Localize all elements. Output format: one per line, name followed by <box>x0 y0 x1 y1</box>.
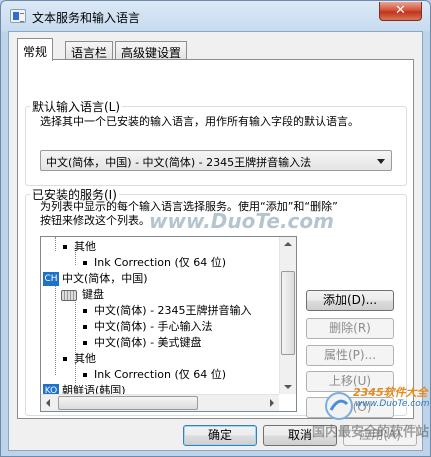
vertical-scroll-thumb[interactable] <box>281 271 295 355</box>
tree-item-label: Ink Correction (仅 64 位) <box>94 256 227 269</box>
brand-watermark: 2345软件大全 <box>353 386 428 399</box>
tab-language-bar[interactable]: 语言栏 <box>65 41 114 60</box>
tree-item-chinese-china[interactable]: CH 中文(简体，中国) <box>43 271 148 286</box>
tree-item-label: 键盘 <box>82 288 104 301</box>
keyboard-icon <box>61 289 77 301</box>
tree-item-label: Ink Correction (仅 64 位) <box>94 368 227 381</box>
slogan-watermark: 国内最安全的软件站 <box>312 425 430 440</box>
close-button[interactable]: ✕ <box>379 2 422 21</box>
scroll-down-icon[interactable] <box>284 385 292 389</box>
duote-watermark: www.DuoTe.com <box>149 209 334 233</box>
default-input-label: 默认输入语言(L) <box>30 98 123 115</box>
tree-item-label: 其他 <box>74 352 96 365</box>
bullet-icon <box>83 325 87 329</box>
tree-item-label: 中文(简体，中国) <box>62 272 148 285</box>
default-input-dropdown[interactable]: 中文(简体，中国) - 中文(简体) - 2345王牌拼音输入法 <box>40 150 392 171</box>
default-input-description: 选择其中一个已安装的输入语言，用作所有输入字段的默认语言。 <box>40 115 359 128</box>
tree-line <box>75 299 76 359</box>
add-button[interactable]: 添加(D)... <box>306 290 394 311</box>
general-tab-panel: 默认输入语言(L) 选择其中一个已安装的输入语言，用作所有输入字段的默认语言。 … <box>17 59 414 419</box>
url-watermark: www.DuoTe.com <box>355 399 430 409</box>
bullet-icon <box>83 261 87 265</box>
tree-item-us-keyboard[interactable]: 中文(简体) - 美式键盘 <box>83 335 202 350</box>
scroll-left-icon[interactable] <box>46 399 50 407</box>
tree-line <box>55 237 56 251</box>
window-title: 文本服务和输入语言 <box>32 11 141 25</box>
tree-line <box>55 285 56 375</box>
tree-item-label: 其他 <box>74 240 96 253</box>
properties-button[interactable]: 属性(P)... <box>306 345 394 366</box>
bullet-icon <box>63 245 67 249</box>
chevron-down-icon <box>377 159 385 164</box>
bullet-icon <box>63 357 67 361</box>
bullet-icon <box>83 309 87 313</box>
default-input-selected: 中文(简体，中国) - 中文(简体) - 2345王牌拼音输入法 <box>46 156 312 169</box>
tree-item-other-2[interactable]: 其他 <box>63 351 96 366</box>
bullet-icon <box>83 341 87 345</box>
tree-vertical-scrollbar[interactable] <box>279 237 296 394</box>
tree-item-keyboard[interactable]: 键盘 <box>61 287 104 302</box>
tree-item-2345-pinyin[interactable]: 中文(简体) - 2345王牌拼音输入 <box>83 303 252 318</box>
scroll-up-icon[interactable] <box>284 242 292 246</box>
tree-item-label: 中文(简体) - 手心输入法 <box>94 320 213 333</box>
tab-advanced-key-settings[interactable]: 高级键设置 <box>115 41 188 60</box>
tree-item-label: 中文(简体) - 美式键盘 <box>94 336 202 349</box>
services-tree[interactable]: 其他 Ink Correction (仅 64 位) CH 中文(简体，中国) 键… <box>40 236 297 412</box>
ok-button[interactable]: 确定 <box>183 425 257 446</box>
tree-item-label: 中文(简体) - 2345王牌拼音输入 <box>94 304 252 317</box>
dialog-window: 文本服务和输入语言 ✕ 常规 语言栏 高级键设置 默认输入语言(L) 选择其中一… <box>0 0 431 457</box>
bullet-icon <box>83 373 87 377</box>
tree-item-other[interactable]: 其他 <box>63 239 96 254</box>
tree-item-ink-correction[interactable]: Ink Correction (仅 64 位) <box>83 255 226 270</box>
text-services-icon <box>10 9 26 23</box>
scroll-right-icon[interactable] <box>270 399 274 407</box>
installed-services-description-line2: 按钮来修改这个列表。 <box>40 214 150 227</box>
tree-item-ink-correction-2[interactable]: Ink Correction (仅 64 位) <box>83 367 226 382</box>
tab-general[interactable]: 常规 <box>17 38 54 61</box>
remove-button[interactable]: 删除(R) <box>306 318 394 339</box>
horizontal-scroll-thumb[interactable] <box>58 396 198 410</box>
tree-item-shouxin[interactable]: 中文(简体) - 手心输入法 <box>83 319 213 334</box>
title-bar[interactable]: 文本服务和输入语言 ✕ <box>1 1 430 31</box>
tree-line <box>75 363 76 383</box>
tree-horizontal-scrollbar[interactable] <box>41 394 279 411</box>
language-badge-icon: CH <box>43 272 59 286</box>
